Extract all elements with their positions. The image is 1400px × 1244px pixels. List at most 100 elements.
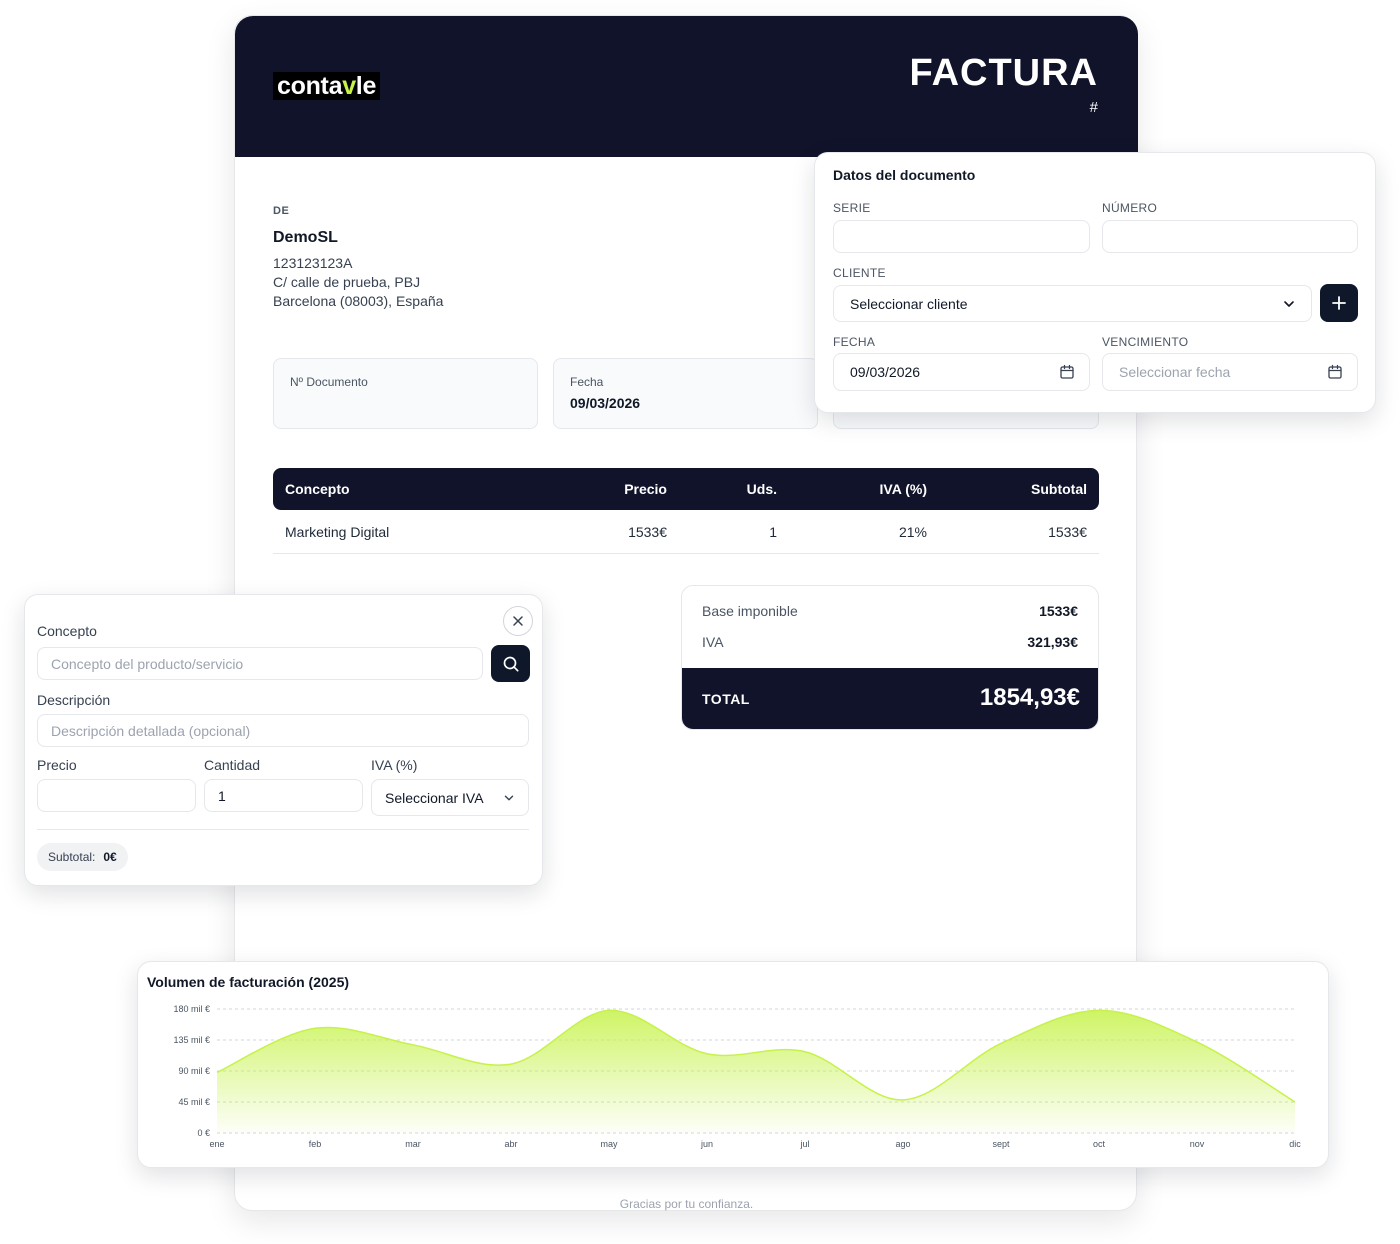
calendar-icon[interactable]: [1327, 364, 1343, 380]
vencimiento-label: VENCIMIENTO: [1102, 335, 1189, 349]
total-label: TOTAL: [702, 691, 750, 707]
from-label: DE: [273, 205, 290, 217]
cliente-select[interactable]: Seleccionar cliente: [833, 285, 1312, 322]
col-price-header: Precio: [624, 481, 667, 497]
fecha-label: FECHA: [833, 335, 876, 349]
from-company-name: DemoSL: [273, 229, 338, 246]
date-label: Fecha: [570, 375, 604, 389]
vat-value: 321,93€: [1027, 634, 1078, 650]
from-address: C/ calle de prueba, PBJ: [273, 274, 421, 290]
base-label: Base imponible: [702, 603, 798, 619]
x-tick-label: ago: [895, 1139, 910, 1149]
data-point: [902, 1098, 905, 1101]
search-button[interactable]: [491, 645, 530, 682]
descripcion-label: Descripción: [37, 692, 111, 708]
data-point: [1196, 1041, 1199, 1044]
numero-input[interactable]: [1102, 220, 1358, 253]
y-tick-label: 180 mil €: [173, 1004, 210, 1014]
fecha-input[interactable]: 09/03/2026: [833, 353, 1090, 391]
from-tax-id: 123123123A: [273, 255, 353, 271]
chevron-down-icon: [504, 795, 514, 801]
serie-label: SERIE: [833, 201, 871, 215]
plus-icon: [1332, 296, 1346, 310]
subtotal-value: 0€: [103, 850, 117, 864]
data-point: [804, 1050, 807, 1053]
y-tick-label: 45 mil €: [178, 1097, 210, 1107]
doc-card-title: Datos del documento: [833, 167, 976, 183]
iva-select[interactable]: Seleccionar IVA: [371, 779, 529, 816]
row-price: 1533€: [628, 524, 667, 540]
cantidad-label: Cantidad: [204, 757, 261, 773]
col-vat-header: IVA (%): [879, 481, 927, 497]
data-point: [608, 1009, 611, 1012]
col-units-header: Uds.: [746, 481, 777, 497]
search-icon: [503, 656, 519, 672]
cliente-label: CLIENTE: [833, 266, 886, 280]
thanks-footer: Gracias por tu confianza.: [619, 1197, 754, 1211]
x-tick-label: jul: [799, 1139, 809, 1149]
subtotal-label: Subtotal:: [48, 850, 96, 864]
data-point: [510, 1063, 513, 1066]
items-table-header: Concepto Precio Uds. IVA (%) Subtotal: [273, 468, 1099, 510]
row-vat: 21%: [898, 524, 927, 540]
from-city: Barcelona (08003), España: [273, 293, 444, 309]
totals-box: Base imponible 1533€ IVA 321,93€ TOTAL 1…: [681, 585, 1099, 730]
x-tick-label: ene: [209, 1139, 224, 1149]
x-tick-label: abr: [504, 1139, 517, 1149]
vat-row: IVA 321,93€: [702, 634, 1078, 650]
doc-number-box: Nº Documento: [273, 358, 538, 429]
total-bar: TOTAL 1854,93€: [682, 668, 1098, 729]
x-tick-label: dic: [1289, 1139, 1301, 1149]
row-units: 1: [769, 524, 777, 540]
series-area: [217, 1010, 1295, 1133]
col-concept-header: Concepto: [285, 481, 350, 497]
subtotal-badge: Subtotal: 0€: [37, 843, 128, 871]
concepto-label: Concepto: [37, 623, 97, 639]
invoice-title: FACTURA: [909, 52, 1098, 94]
y-tick-label: 0 €: [197, 1128, 210, 1138]
date-value: 09/03/2026: [570, 395, 641, 411]
chevron-down-icon: [1284, 300, 1294, 307]
concepto-input[interactable]: Concepto del producto/servicio: [37, 647, 483, 680]
cantidad-input[interactable]: 1: [204, 779, 363, 812]
x-tick-label: oct: [1093, 1139, 1106, 1149]
data-point: [706, 1052, 709, 1055]
x-tick-label: feb: [309, 1139, 322, 1149]
serie-input[interactable]: [833, 220, 1090, 253]
x-tick-label: sept: [992, 1139, 1010, 1149]
precio-label: Precio: [37, 757, 77, 773]
precio-input[interactable]: [37, 779, 196, 812]
date-box: Fecha 09/03/2026: [553, 358, 818, 429]
y-tick-label: 90 mil €: [178, 1066, 210, 1076]
x-tick-label: mar: [405, 1139, 421, 1149]
table-row[interactable]: Marketing Digital 1533€ 1 21% 1533€: [273, 510, 1099, 554]
contavle-logo: conta v le: [273, 72, 381, 100]
doc-number-label: Nº Documento: [290, 375, 368, 389]
vencimiento-placeholder: Seleccionar fecha: [1119, 364, 1231, 380]
invoice-number-hash: #: [1089, 99, 1098, 116]
fecha-value: 09/03/2026: [850, 364, 921, 380]
cliente-select-value: Seleccionar cliente: [850, 295, 968, 312]
data-point: [216, 1071, 219, 1074]
add-client-button[interactable]: [1320, 284, 1358, 322]
row-subtotal: 1533€: [1048, 524, 1087, 540]
data-point: [1000, 1042, 1003, 1045]
calendar-icon[interactable]: [1059, 364, 1075, 380]
base-value: 1533€: [1039, 603, 1078, 619]
total-value: 1854,93€: [979, 684, 1080, 711]
base-row: Base imponible 1533€: [702, 603, 1078, 619]
vencimiento-input[interactable]: Seleccionar fecha: [1102, 353, 1358, 391]
close-icon: [513, 616, 523, 626]
data-point: [314, 1027, 317, 1030]
invoice-header: conta v le FACTURA #: [235, 16, 1138, 157]
iva-select-value: Seleccionar IVA: [385, 789, 484, 806]
x-tick-label: jun: [700, 1139, 713, 1149]
data-point: [1294, 1101, 1297, 1104]
iva-label: IVA (%): [371, 757, 418, 773]
close-button[interactable]: [503, 606, 533, 636]
descripcion-input[interactable]: Descripción detallada (opcional): [37, 714, 529, 747]
document-data-card: Datos del documento SERIE NÚMERO CLIENTE…: [814, 152, 1376, 413]
concept-editor-card: Concepto Concepto del producto/servicio …: [24, 594, 543, 886]
row-concept: Marketing Digital: [285, 524, 390, 540]
x-tick-label: may: [600, 1139, 618, 1149]
